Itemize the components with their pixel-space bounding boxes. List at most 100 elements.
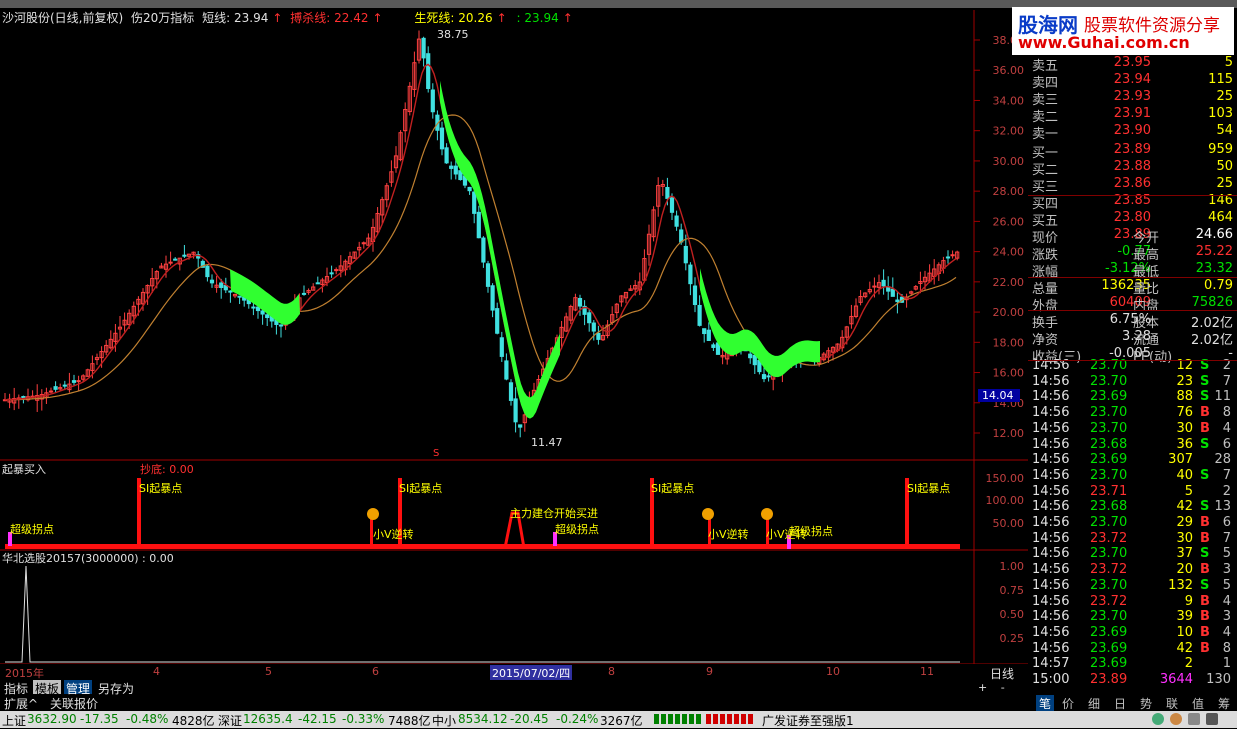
candle-body (476, 211, 481, 239)
panel3-title: 华北选股20157(3000000) : 0.00 (2, 552, 174, 565)
trade-count: 4 (1222, 624, 1231, 640)
quote-level-label: 卖一 (1032, 127, 1059, 142)
trade-volume: 42 (1176, 640, 1193, 656)
zoom-in-button[interactable]: + (978, 681, 987, 694)
candle-body (205, 265, 210, 278)
quote-price: 23.86 (1113, 176, 1151, 191)
quote-stat-row: 换手 6.75% 股本 2.02亿 (1028, 312, 1237, 331)
tray-icon-2[interactable] (1170, 713, 1182, 725)
trade-price: 23.70 (1090, 577, 1128, 593)
candle-body (950, 254, 955, 257)
broker-name: 广发证券至强版1 (762, 714, 854, 728)
quote-stat-row: 涨跌 -0.77 最高 25.22 (1028, 244, 1237, 263)
right-tab[interactable]: 值 (1192, 695, 1204, 712)
trade-count: 2 (1222, 483, 1231, 499)
quote-row[interactable]: 卖三 23.93 25 (1028, 89, 1237, 108)
zoom-controls: + - (978, 681, 1005, 694)
quote-row[interactable]: 买五 23.80 464 (1028, 210, 1237, 229)
trade-price: 23.70 (1090, 546, 1128, 562)
candle-body (499, 337, 504, 357)
tab-indicator[interactable]: 指标 (2, 680, 30, 696)
trade-time: 14:56 (1032, 499, 1070, 515)
trade-count: 8 (1222, 640, 1231, 656)
trade-price: 23.70 (1090, 467, 1128, 483)
price-tick: 24.00 (993, 246, 1025, 259)
label-super-turn: 超级拐点 (555, 523, 599, 536)
quote-row[interactable]: 卖二 23.91 103 (1028, 106, 1237, 125)
quote-row[interactable]: 买二 23.88 50 (1028, 159, 1237, 178)
candle-body (444, 147, 449, 164)
trade-volume: 2 (1184, 656, 1193, 672)
right-tab[interactable]: 联 (1166, 695, 1178, 712)
trade-volume: 3644 (1159, 672, 1193, 687)
tab-related-quote[interactable]: 关联报价 (48, 695, 100, 711)
tab-manage[interactable]: 管理 (64, 680, 93, 696)
trade-time: 14:56 (1032, 420, 1070, 436)
sh-index-value: 3632.90 (27, 712, 77, 726)
stat-value-2: 75826 (1191, 295, 1233, 310)
candle-body (679, 229, 684, 243)
trade-count: 5 (1222, 546, 1231, 562)
quote-row[interactable]: 买三 23.86 25 (1028, 176, 1237, 195)
right-tab[interactable]: 筹 (1218, 695, 1230, 712)
panel2-tick: 150.00 (986, 472, 1025, 485)
trade-price: 23.69 (1090, 656, 1128, 672)
price-axis: 38.0036.0034.0032.0030.0028.0026.0024.00… (974, 34, 1024, 440)
trade-price: 23.70 (1090, 609, 1128, 625)
trade-time: 14:57 (1032, 656, 1070, 672)
zx-index-value: 8534.12 (458, 712, 508, 726)
trade-volume: 29 (1176, 515, 1193, 530)
quote-row[interactable]: 卖一 23.90 54 (1028, 123, 1237, 142)
right-tab[interactable]: 细 (1088, 695, 1100, 712)
right-tab[interactable]: 笔 (1036, 695, 1055, 712)
candle-body (669, 197, 675, 213)
trade-volume: 5 (1184, 483, 1193, 499)
trade-volume: 307 (1168, 452, 1193, 468)
tab-save-as[interactable]: 另存为 (96, 680, 136, 696)
trade-count: 5 (1222, 577, 1231, 593)
status-bar: 上证 3632.90 -17.35 -0.48% 4828亿 深证 12635.… (0, 711, 1237, 728)
trade-volume: 9 (1184, 593, 1193, 609)
panel3-line (5, 565, 960, 663)
quote-volume: 115 (1208, 72, 1233, 87)
time-tick: 11 (920, 665, 934, 678)
price-tick: 36.00 (993, 64, 1025, 77)
candle-body (48, 390, 54, 393)
trade-side: B (1200, 624, 1210, 640)
quote-row[interactable]: 卖四 23.94 115 (1028, 72, 1237, 91)
trade-count: 13 (1214, 499, 1231, 515)
candle-body (761, 374, 767, 380)
quote-row[interactable]: 买一 23.89 959 (1028, 142, 1237, 161)
stat-value-2: 0.79 (1204, 278, 1233, 293)
trade-price: 23.68 (1090, 436, 1128, 452)
trade-row: 14:56 23.69 42 B 8 (1028, 641, 1237, 657)
right-tab[interactable]: 势 (1140, 695, 1152, 712)
candle-body (577, 297, 583, 307)
tray-icon-3[interactable] (1188, 713, 1200, 725)
panel3-tick: 1.00 (1000, 560, 1025, 573)
label-super-turn: 超级拐点 (789, 525, 833, 538)
trade-time: 14:56 (1032, 467, 1070, 483)
quote-volume: 50 (1216, 159, 1233, 174)
trade-side: B (1200, 640, 1210, 656)
candle-body (518, 424, 523, 428)
tray-icon-1[interactable] (1152, 713, 1164, 725)
zx-index-change: -20.45 (510, 712, 549, 726)
trade-price: 23.70 (1090, 405, 1128, 421)
candle-body (688, 264, 693, 285)
tab-expand[interactable]: 扩展^ (2, 695, 40, 711)
right-tab[interactable]: 日 (1114, 695, 1126, 712)
tab-template[interactable]: 模板 (33, 680, 62, 696)
quote-row[interactable]: 卖五 23.95 5 (1028, 55, 1237, 74)
trade-time: 14:56 (1032, 640, 1070, 656)
trade-row: 14:56 23.72 9 B 4 (1028, 594, 1237, 610)
right-tab[interactable]: 价 (1062, 695, 1074, 712)
zoom-out-button[interactable]: - (1001, 681, 1005, 694)
trade-price: 23.72 (1090, 562, 1128, 578)
tray-icon-4[interactable] (1206, 713, 1218, 725)
quote-price: 23.91 (1113, 106, 1151, 121)
candle-body (881, 279, 886, 287)
time-tick: 10 (826, 665, 840, 678)
zx-index-label: 中小 (432, 714, 457, 728)
candle-body (168, 261, 173, 264)
